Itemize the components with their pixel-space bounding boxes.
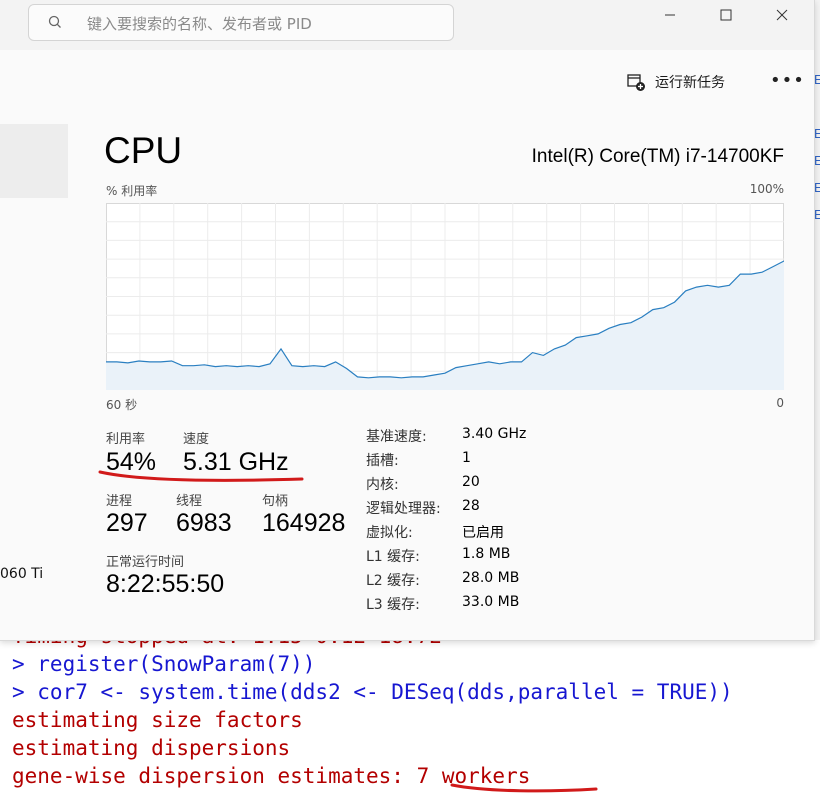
graph-y-label: % 利用率 xyxy=(106,184,158,198)
spec-key: L3 缓存: xyxy=(366,597,420,613)
maximize-button[interactable] xyxy=(704,2,748,28)
spec-row: L2 缓存: 28.0 MB xyxy=(366,570,606,594)
spec-value: 1 xyxy=(462,450,471,466)
handles-label: 句柄 xyxy=(262,494,289,509)
spec-value: 33.0 MB xyxy=(462,594,520,610)
threads-value: 6983 xyxy=(176,509,232,537)
console-line-5: gene-wise dispersion estimates: 7 worker… xyxy=(12,764,531,788)
spec-value: 3.40 GHz xyxy=(462,426,527,442)
r-console[interactable]: Timing stopped at: 1.15 0.12 18.72 > reg… xyxy=(0,620,820,798)
spec-value: 28.0 MB xyxy=(462,570,520,586)
cpu-usage-graph xyxy=(106,203,784,390)
graph-x-start: 60 秒 xyxy=(106,398,138,412)
close-button[interactable] xyxy=(760,2,804,28)
speed-value: 5.31 GHz xyxy=(183,448,289,476)
uptime-value: 8:22:55:50 xyxy=(106,570,225,598)
spec-value: 1.8 MB xyxy=(462,546,511,562)
task-manager-window: 运行新任务 ••• 060 Ti CPU Intel(R) Core(TM) i… xyxy=(0,0,815,641)
title-bar xyxy=(0,0,814,50)
toolbar: 运行新任务 ••• xyxy=(0,50,814,110)
console-line-1: > register(SnowParam(7)) xyxy=(12,652,316,676)
cpu-model-name: Intel(R) Core(TM) i7-14700KF xyxy=(531,146,784,167)
speed-label: 速度 xyxy=(183,432,210,447)
handles-value: 164928 xyxy=(262,509,346,537)
search-box[interactable] xyxy=(28,4,454,41)
processes-label: 进程 xyxy=(106,494,133,509)
close-icon xyxy=(776,9,788,21)
spec-value: 20 xyxy=(462,474,480,490)
spec-key: L2 缓存: xyxy=(366,573,420,589)
console-line-4: estimating dispersions xyxy=(12,736,291,760)
minimize-icon xyxy=(665,14,675,16)
spec-key: 基准速度: xyxy=(366,429,427,445)
spec-row: 基准速度: 3.40 GHz xyxy=(366,426,606,450)
run-new-task-button[interactable]: 运行新任务 xyxy=(626,70,725,94)
search-icon xyxy=(48,15,61,28)
graph-y-max: 100% xyxy=(749,182,784,196)
spec-value: 28 xyxy=(462,498,480,514)
spec-key: 虚拟化: xyxy=(366,525,413,541)
spec-key: 逻辑处理器: xyxy=(366,501,441,517)
device-item-gpu-label[interactable]: 060 Ti xyxy=(0,566,43,582)
spec-row: 内核: 20 xyxy=(366,474,606,498)
cpu-heading: CPU xyxy=(104,130,183,171)
search-input[interactable] xyxy=(85,11,439,37)
spec-key: L1 缓存: xyxy=(366,549,420,565)
cpu-performance-panel: CPU Intel(R) Core(TM) i7-14700KF % 利用率 1… xyxy=(88,110,814,640)
spec-row: 插槽: 1 xyxy=(366,450,606,474)
spec-key: 插槽: xyxy=(366,453,399,469)
console-line-2: > cor7 <- system.time(dds2 <- DESeq(dds,… xyxy=(12,680,733,704)
run-new-task-label: 运行新任务 xyxy=(655,75,725,91)
spec-value: 已启用 xyxy=(462,525,504,541)
spec-row: L3 缓存: 33.0 MB xyxy=(366,594,606,618)
device-list: 060 Ti xyxy=(0,110,88,640)
console-line-3: estimating size factors xyxy=(12,708,303,732)
utilization-value: 54% xyxy=(106,448,157,476)
run-task-icon xyxy=(627,74,645,91)
minimize-button[interactable] xyxy=(648,2,692,28)
more-options-button[interactable]: ••• xyxy=(770,70,804,94)
spec-row: 逻辑处理器: 28 xyxy=(366,498,606,522)
graph-x-end: 0 xyxy=(776,396,784,410)
device-item-cpu-selected[interactable] xyxy=(0,124,68,198)
spec-key: 内核: xyxy=(366,477,399,493)
processes-value: 297 xyxy=(106,509,148,537)
maximize-icon xyxy=(720,9,732,21)
uptime-label: 正常运行时间 xyxy=(106,555,185,570)
threads-label: 线程 xyxy=(176,494,203,509)
spec-row: 虚拟化: 已启用 xyxy=(366,522,606,546)
spec-row: L1 缓存: 1.8 MB xyxy=(366,546,606,570)
utilization-label: 利用率 xyxy=(106,432,146,447)
